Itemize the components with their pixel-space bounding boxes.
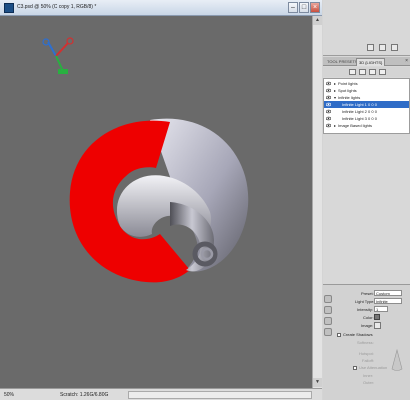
use-attenuation-checkbox[interactable] [353,366,357,370]
falloff-label: Falloff: [362,358,374,363]
document-canvas[interactable] [0,16,312,388]
collapse-arrow-icon[interactable]: ▾ [334,94,336,101]
slide-light-tool-icon[interactable] [324,317,332,325]
eye-icon[interactable] [326,81,331,86]
mesh-filter-icon[interactable] [359,69,366,75]
3d-axis-widget[interactable] [42,37,74,74]
tab-tool-presets[interactable]: TOOL PRESETS [325,58,359,66]
expand-arrow-icon[interactable]: ▸ [334,87,336,94]
create-shadows-checkbox[interactable] [337,333,341,337]
preset-select[interactable]: Custom [374,290,402,296]
scroll-up-arrow-icon[interactable]: ▲ [313,16,322,25]
layers-dock-icon[interactable] [367,44,374,51]
expand-arrow-icon[interactable]: ▸ [334,80,336,87]
eye-icon[interactable] [326,95,331,100]
light-color-swatch[interactable] [374,314,380,320]
document-window: C3.psd @ 50% (C copy 1, RGB/8) * – □ × ▲… [0,0,322,400]
panel-dock-top [323,0,410,56]
paths-dock-icon[interactable] [391,44,398,51]
minimize-button[interactable]: – [288,2,298,13]
lights-list: ▸ Point lights ▸ Spot lights ▾ Infinite … [323,78,410,134]
scratch-info: Scratch: 1.26G/6.80G [60,392,109,398]
light-group-label: Spot lights [338,88,357,93]
window-controls: – □ × [288,2,320,13]
expand-arrow-icon[interactable]: ▸ [334,122,336,129]
light-item-label: Infinite Light 2 0 0 0 [342,109,377,114]
softness-label: Softness: [357,340,374,345]
rotate-light-tool-icon[interactable] [324,295,332,303]
scene-filter-icon[interactable] [349,69,356,75]
lights-filter-icon[interactable] [379,69,386,75]
photoshop-document-icon [4,3,14,13]
list-item[interactable]: ▸ Point lights [324,80,409,87]
create-shadows-label: Create Shadows [343,332,373,337]
intensity-label: Intensity: [357,307,374,312]
light-item-label: Infinite Light 1 0 0 0 [342,102,377,107]
light-type-select[interactable]: Infinite [374,298,402,304]
lights-toolbar [323,67,410,77]
inner-label: Inner: [363,373,374,378]
light-group-label: Infinite lights [338,95,361,100]
origin-light-tool-icon[interactable] [324,328,332,336]
tab-3d-lights[interactable]: 3D {LIGHTS} [356,58,386,66]
light-group-label: Point lights [338,81,358,86]
list-item[interactable]: ▾ Infinite lights [324,94,409,101]
canvas-artwork[interactable] [0,16,312,388]
image-label: Image: [361,323,374,328]
list-item[interactable]: ▸ Image Based lights [324,122,409,129]
pan-light-tool-icon[interactable] [324,306,332,314]
light-item-label: Infinite Light 3 0 0 0 [342,116,377,121]
zoom-level[interactable]: 50% [4,392,14,398]
list-item[interactable]: Infinite Light 3 0 0 0 [324,115,409,122]
panel-tab-bar: TOOL PRESETS 3D {LIGHTS} × [323,57,410,66]
status-bar: 50% Scratch: 1.26G/6.80G [0,388,322,400]
use-attenuation-label: Use Attenuation [359,365,388,370]
title-bar[interactable]: C3.psd @ 50% (C copy 1, RGB/8) * – □ × [0,0,322,16]
light-properties: Preset: Custom Light Type: Infinite Inte… [323,284,410,400]
panel-close-icon[interactable]: × [405,57,408,65]
eye-icon[interactable] [326,102,331,107]
hotspot-label: Hotspot: [359,351,374,356]
channels-dock-icon[interactable] [379,44,386,51]
close-button[interactable]: × [310,2,320,13]
outer-label: Outer: [363,380,375,385]
materials-filter-icon[interactable] [369,69,376,75]
preset-label: Preset: [361,291,374,296]
light-group-label: Image Based lights [338,123,373,128]
list-item[interactable]: ▸ Spot lights [324,87,409,94]
horizontal-scrollbar[interactable] [128,391,312,399]
spotlight-cone-icon [391,349,403,371]
eye-icon[interactable] [326,116,331,121]
scroll-down-arrow-icon[interactable]: ▼ [313,378,322,387]
intensity-input[interactable]: 1 [374,306,388,312]
eye-icon[interactable] [326,88,331,93]
panel-empty-area [323,134,410,284]
dock-icons [367,44,398,51]
light-tools [324,295,334,355]
list-item[interactable]: Infinite Light 1 0 0 0 [324,101,409,108]
eye-icon[interactable] [326,109,331,114]
list-item[interactable]: Infinite Light 2 0 0 0 [324,108,409,115]
right-panel: TOOL PRESETS 3D {LIGHTS} × ▸ Point light… [323,0,410,400]
vertical-scrollbar[interactable]: ▲ ▼ [312,16,322,388]
image-folder-icon[interactable] [374,322,381,329]
eye-icon[interactable] [326,123,331,128]
light-type-label: Light Type: [355,299,375,304]
maximize-button[interactable]: □ [299,2,309,13]
color-label: Color: [363,315,374,320]
window-title: C3.psd @ 50% (C copy 1, RGB/8) * [17,4,97,10]
